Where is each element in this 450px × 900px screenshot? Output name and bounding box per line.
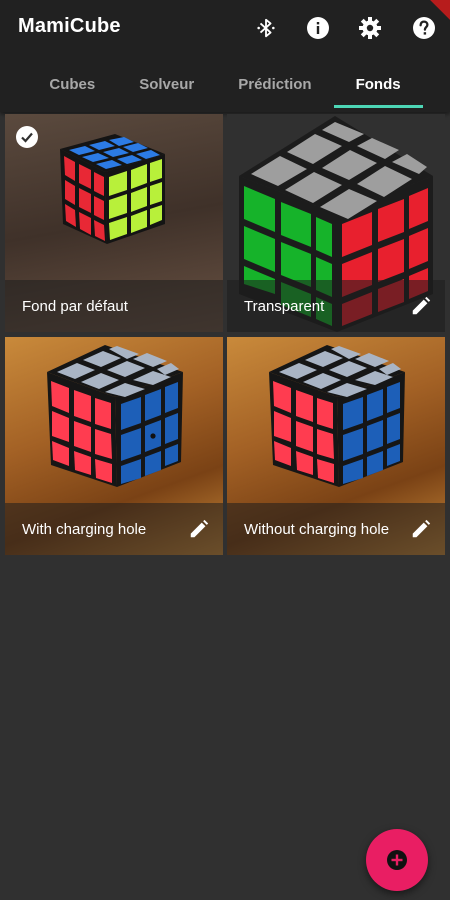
add-background-fab[interactable] (366, 829, 428, 891)
selected-check-icon (16, 126, 38, 148)
tile-caption: Fond par défaut (5, 280, 223, 332)
edit-pencil-icon[interactable] (185, 515, 213, 543)
tab-fonds[interactable]: Fonds (333, 60, 423, 108)
tab-prediction[interactable]: Prédiction (216, 60, 333, 108)
tile-caption: Without charging hole (227, 503, 445, 555)
tab-solveur[interactable]: Solveur (117, 60, 216, 108)
add-circle-icon (387, 850, 407, 870)
background-tile-with-charging-hole[interactable]: With charging hole (5, 337, 223, 555)
info-button[interactable] (298, 8, 338, 48)
tile-label: Transparent (244, 297, 325, 315)
settings-button[interactable] (350, 8, 390, 48)
tile-caption: With charging hole (5, 503, 223, 555)
bluetooth-icon (257, 18, 275, 38)
help-icon (413, 17, 435, 39)
tile-label: Without charging hole (244, 520, 390, 538)
app-title: MamiCube (18, 15, 121, 37)
help-button[interactable] (404, 8, 444, 48)
edit-pencil-icon[interactable] (407, 292, 435, 320)
tab-cubes[interactable]: Cubes (27, 60, 117, 108)
settings-gear-icon (359, 17, 381, 39)
tile-label: With charging hole (22, 520, 147, 538)
backgrounds-grid: Fond par défaut Transparent With chargin… (5, 114, 445, 555)
info-icon (307, 17, 329, 39)
tile-label: Fond par défaut (22, 297, 128, 315)
tile-caption: Transparent (227, 280, 445, 332)
edit-pencil-icon[interactable] (407, 515, 435, 543)
bluetooth-button[interactable] (246, 8, 286, 48)
background-tile-without-charging-hole[interactable]: Without charging hole (227, 337, 445, 555)
app-bar: MamiCube Cubes Solveur Prédiction Fonds (0, 0, 450, 112)
tab-bar: Cubes Solveur Prédiction Fonds (0, 60, 450, 108)
background-tile-transparent[interactable]: Transparent (227, 114, 445, 332)
background-tile-default[interactable]: Fond par défaut (5, 114, 223, 332)
